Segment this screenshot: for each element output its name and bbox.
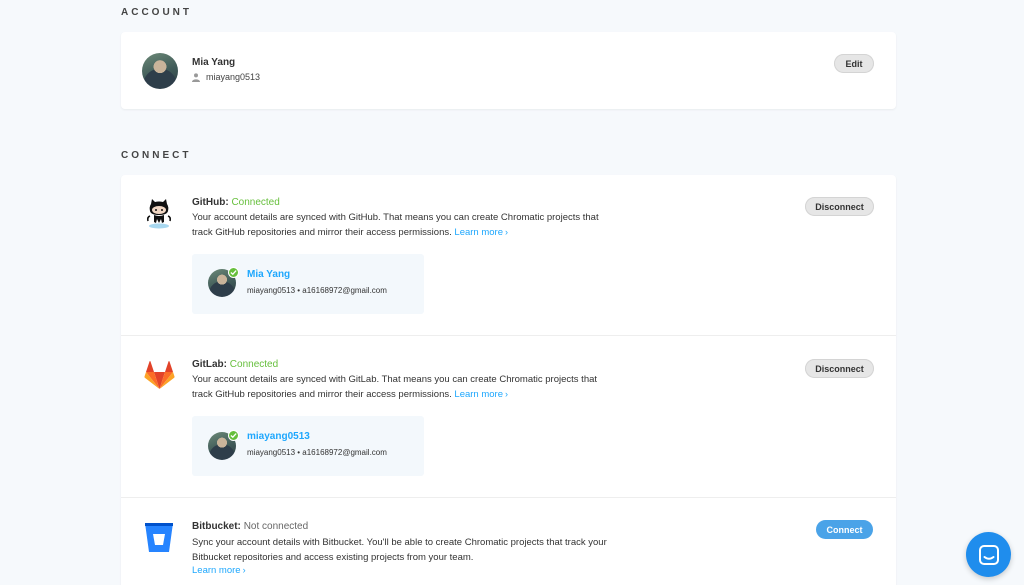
account-card: Mia Yang miayang0513 Edit (121, 32, 896, 109)
github-learn-more-label: Learn more (454, 227, 503, 238)
github-name: GitHub: (192, 197, 229, 208)
github-linked-meta: miayang0513 • a16168972@gmail.com (247, 286, 387, 295)
github-description: Your account details are synced with Git… (192, 212, 599, 238)
edit-button[interactable]: Edit (834, 54, 874, 73)
chevron-right-icon: › (242, 565, 246, 575)
chat-icon (978, 544, 999, 565)
connect-section-title: CONNECT (121, 150, 192, 161)
account-username-row: miayang0513 (192, 72, 260, 82)
bitbucket-name: Bitbucket: (192, 521, 241, 532)
account-name: Mia Yang (192, 57, 236, 68)
github-disconnect-button[interactable]: Disconnect (805, 197, 874, 216)
gitlab-learn-more-label: Learn more (454, 389, 503, 400)
gitlab-linked-name: miayang0513 (247, 431, 310, 442)
gitlab-description-block: Your account details are synced with Git… (192, 372, 612, 402)
bitbucket-title: Bitbucket: Not connected (192, 521, 308, 532)
chevron-right-icon: › (505, 227, 508, 237)
account-username: miayang0513 (206, 72, 261, 82)
github-description-block: Your account details are synced with Git… (192, 210, 612, 240)
gitlab-linked-account: miayang0513 miayang0513 • a16168972@gmai… (192, 416, 424, 476)
bitbucket-learn-more-link[interactable]: Learn more › (192, 565, 246, 576)
chat-launcher-button[interactable] (966, 532, 1011, 577)
bitbucket-icon (145, 523, 173, 552)
account-section-title: ACCOUNT (121, 7, 192, 18)
github-learn-more-link[interactable]: Learn more › (454, 227, 508, 238)
bitbucket-connect-button[interactable]: Connect (816, 520, 873, 539)
check-icon (228, 267, 239, 278)
gitlab-title: GitLab: Connected (192, 359, 278, 370)
gitlab-name: GitLab: (192, 359, 227, 370)
connect-card: GitHub: Connected Your account details a… (121, 175, 896, 585)
gitlab-learn-more-link[interactable]: Learn more › (454, 389, 508, 400)
github-linked-name: Mia Yang (247, 269, 291, 280)
bitbucket-row: Bitbucket: Not connected Sync your accou… (121, 498, 896, 585)
avatar (208, 267, 239, 297)
bitbucket-description: Sync your account details with Bitbucket… (192, 537, 607, 563)
check-icon (228, 430, 239, 441)
avatar (142, 53, 178, 89)
github-octocat-icon (146, 199, 172, 229)
user-icon (192, 72, 200, 82)
github-title: GitHub: Connected (192, 197, 280, 208)
chevron-right-icon: › (505, 389, 508, 399)
gitlab-linked-meta: miayang0513 • a16168972@gmail.com (247, 448, 387, 457)
github-row: GitHub: Connected Your account details a… (121, 175, 896, 336)
gitlab-description: Your account details are synced with Git… (192, 374, 598, 400)
github-status: Connected (231, 197, 280, 208)
gitlab-status: Connected (229, 359, 279, 370)
avatar (208, 430, 239, 460)
bitbucket-learn-more-label: Learn more (192, 565, 241, 576)
bitbucket-status: Not connected (243, 521, 309, 532)
gitlab-icon (144, 361, 175, 389)
gitlab-disconnect-button[interactable]: Disconnect (805, 359, 874, 378)
github-linked-account: Mia Yang miayang0513 • a16168972@gmail.c… (192, 254, 424, 314)
gitlab-row: GitLab: Connected Your account details a… (121, 336, 896, 498)
